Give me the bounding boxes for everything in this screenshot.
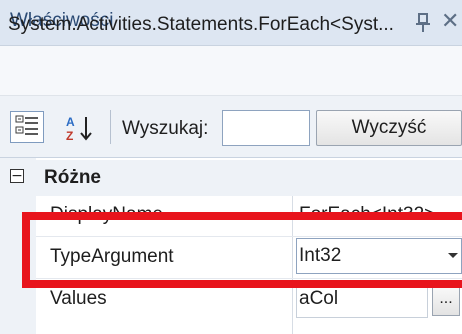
property-value: aCol	[299, 288, 339, 309]
object-type-bar	[0, 46, 462, 96]
category-label: Różne	[44, 167, 101, 188]
pin-icon[interactable]	[416, 13, 430, 33]
svg-text:A: A	[66, 115, 75, 129]
collapse-icon[interactable]: −	[10, 169, 24, 183]
search-input[interactable]	[222, 110, 310, 146]
alphabetical-sort-icon[interactable]: A Z	[64, 114, 98, 143]
ellipsis-button[interactable]: ...	[432, 286, 460, 316]
close-icon[interactable]: ✕	[441, 8, 459, 34]
svg-text:Z: Z	[66, 129, 73, 142]
object-type-label: System.Activities.Statements.ForEach<Sys…	[8, 14, 394, 35]
toolbar-separator	[110, 110, 111, 144]
property-name: Values	[50, 288, 107, 309]
search-label: Wyszukaj:	[122, 118, 209, 139]
clear-button[interactable]: Wyczyść	[316, 110, 462, 146]
highlight-box	[22, 212, 462, 288]
categorized-view-icon[interactable]	[10, 111, 44, 143]
